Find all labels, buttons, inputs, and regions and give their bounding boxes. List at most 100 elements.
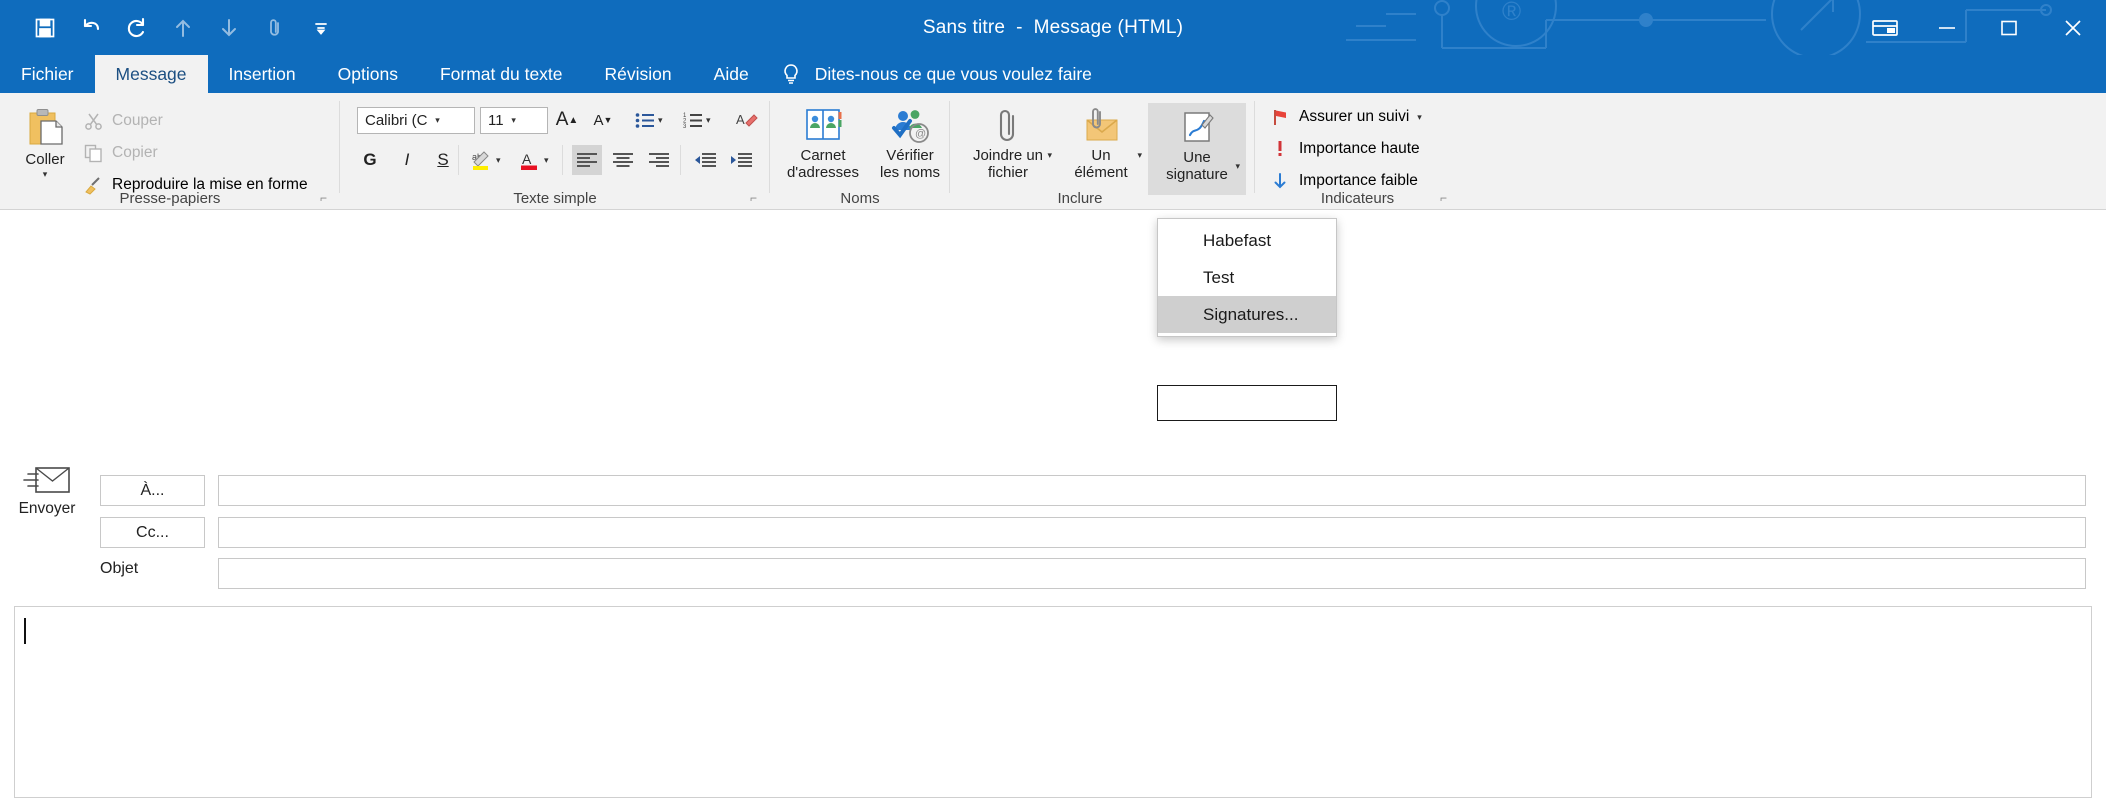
svg-text:@: @: [915, 128, 926, 140]
maximize-icon[interactable]: [1978, 0, 2040, 55]
follow-up-caret-icon[interactable]: ▾: [1417, 112, 1422, 123]
tab-aide[interactable]: Aide: [693, 55, 770, 93]
clipboard-icon: [24, 107, 66, 149]
check-names-label-2: les noms: [879, 163, 941, 181]
attach-item-caret-icon[interactable]: ▾: [1137, 150, 1142, 160]
undo-icon[interactable]: [68, 6, 114, 50]
send-envelope-icon: [22, 460, 72, 500]
clipboard-dialog-launcher[interactable]: ⌐: [320, 191, 327, 205]
address-book-label-2: d'adresses: [786, 163, 860, 181]
address-book-icon: [803, 103, 843, 145]
save-icon[interactable]: [22, 6, 68, 50]
ribbon-display-options-icon[interactable]: [1854, 0, 1916, 55]
tab-message[interactable]: Message: [94, 55, 208, 93]
ribbon-group-clipboard: Coller ▾ Couper Copier Reproduire la mis…: [0, 93, 340, 210]
title-bar: ® Sans titre - Message (HTML): [0, 0, 2106, 55]
cut-button[interactable]: Couper: [82, 111, 163, 131]
grow-font-button[interactable]: A ▲: [552, 105, 582, 135]
attach-file-caret-icon[interactable]: ▾: [1047, 150, 1052, 160]
signature-caret-icon[interactable]: ▾: [1235, 161, 1240, 171]
copy-button[interactable]: Copier: [82, 143, 158, 163]
follow-up-button[interactable]: Assurer un suivi ▾: [1269, 107, 1422, 127]
italic-label: I: [404, 150, 410, 169]
decrease-indent-button[interactable]: [690, 145, 720, 175]
signature-menu-item-signatures[interactable]: Signatures...: [1158, 296, 1336, 333]
move-up-icon[interactable]: [160, 6, 206, 50]
paperclip-icon: [990, 103, 1026, 145]
svg-text:A: A: [522, 151, 532, 167]
signature-label-2: signature: [1166, 165, 1228, 183]
signature-button[interactable]: Une signature ▾: [1148, 103, 1246, 195]
to-button[interactable]: À...: [100, 475, 205, 506]
paste-caret-icon[interactable]: ▾: [43, 169, 48, 179]
signature-focus-frame: [1157, 385, 1337, 421]
high-importance-button[interactable]: Importance haute: [1269, 139, 1420, 159]
close-icon[interactable]: [2040, 0, 2106, 55]
attach-icon[interactable]: [252, 6, 298, 50]
to-input[interactable]: [218, 475, 2086, 506]
send-button[interactable]: Envoyer: [8, 460, 86, 518]
bold-button[interactable]: G: [355, 145, 385, 175]
check-names-button[interactable]: @ Vérifier les noms: [868, 103, 952, 182]
subject-input[interactable]: [218, 558, 2086, 589]
signature-menu-item-habefast[interactable]: Habefast: [1158, 222, 1336, 259]
attach-file-button[interactable]: Joindre un fichier ▾: [962, 103, 1054, 182]
tab-format-du-texte[interactable]: Format du texte: [419, 55, 584, 93]
address-book-button[interactable]: Carnet d'adresses: [780, 103, 866, 182]
paste-button[interactable]: Coller ▾: [8, 107, 82, 179]
italic-button[interactable]: I: [392, 145, 422, 175]
cc-input[interactable]: [218, 517, 2086, 548]
ribbon: Coller ▾ Couper Copier Reproduire la mis…: [0, 93, 2106, 297]
text-highlight-button[interactable]: ab: [466, 145, 496, 175]
align-center-button[interactable]: [608, 145, 638, 175]
attach-item-icon: [1081, 103, 1121, 145]
clear-formatting-button[interactable]: A: [732, 105, 762, 135]
divider: [458, 145, 459, 175]
tags-dialog-launcher[interactable]: ⌐: [1440, 191, 1447, 205]
font-color-caret-icon[interactable]: ▾: [544, 155, 549, 166]
low-importance-button[interactable]: Importance faible: [1269, 171, 1418, 191]
minimize-icon[interactable]: [1916, 0, 1978, 55]
chevron-down-icon[interactable]: ▾: [428, 115, 448, 126]
attach-file-label-2: fichier: [987, 163, 1028, 181]
redo-icon[interactable]: [114, 6, 160, 50]
subject-label: Objet: [100, 560, 139, 577]
signature-menu-item-test[interactable]: Test: [1158, 259, 1336, 296]
message-body[interactable]: [14, 606, 2092, 798]
numbering-button[interactable]: 1 2 3: [678, 105, 708, 135]
move-down-icon[interactable]: [206, 6, 252, 50]
align-left-button[interactable]: [572, 145, 602, 175]
basic-text-dialog-launcher[interactable]: ⌐: [750, 191, 757, 205]
font-name-combo[interactable]: Calibri (C ▾: [357, 107, 475, 134]
align-right-button[interactable]: [644, 145, 674, 175]
cut-label: Couper: [112, 112, 163, 129]
cc-button[interactable]: Cc...: [100, 517, 205, 548]
group-label-include: Inclure: [1057, 190, 1103, 207]
tab-options[interactable]: Options: [317, 55, 419, 93]
follow-up-label: Assurer un suivi: [1299, 108, 1410, 125]
chevron-down-icon[interactable]: ▾: [504, 115, 524, 126]
underline-button[interactable]: S: [428, 145, 458, 175]
cc-label: Cc...: [136, 523, 169, 541]
numbering-caret-icon[interactable]: ▾: [706, 115, 711, 126]
grow-font-label: A: [555, 109, 569, 130]
tab-fichier[interactable]: Fichier: [0, 55, 95, 93]
bullets-button[interactable]: [630, 105, 660, 135]
tab-insertion[interactable]: Insertion: [208, 55, 317, 93]
tab-revision[interactable]: Révision: [584, 55, 693, 93]
highlight-caret-icon[interactable]: ▾: [496, 155, 501, 166]
font-color-button[interactable]: A: [514, 145, 544, 175]
font-size-combo[interactable]: 11 ▾: [480, 107, 548, 134]
increase-indent-button[interactable]: [726, 145, 756, 175]
ribbon-group-names: Carnet d'adresses @ Vérifier les noms No…: [770, 93, 950, 210]
attach-item-button[interactable]: Un élément ▾: [1058, 103, 1144, 182]
tell-me-box[interactable]: Dites-nous ce que vous voulez faire: [770, 55, 1092, 93]
compose-pane: Envoyer À... Cc... Objet: [0, 210, 2106, 798]
shrink-font-button[interactable]: A ▼: [588, 105, 618, 135]
underline-label: S: [437, 150, 449, 169]
address-book-label-1: Carnet: [800, 147, 846, 164]
bullets-caret-icon[interactable]: ▾: [658, 115, 663, 126]
customize-qat-icon[interactable]: [298, 6, 344, 50]
scissors-icon: [82, 111, 104, 131]
low-importance-label: Importance faible: [1299, 172, 1418, 189]
